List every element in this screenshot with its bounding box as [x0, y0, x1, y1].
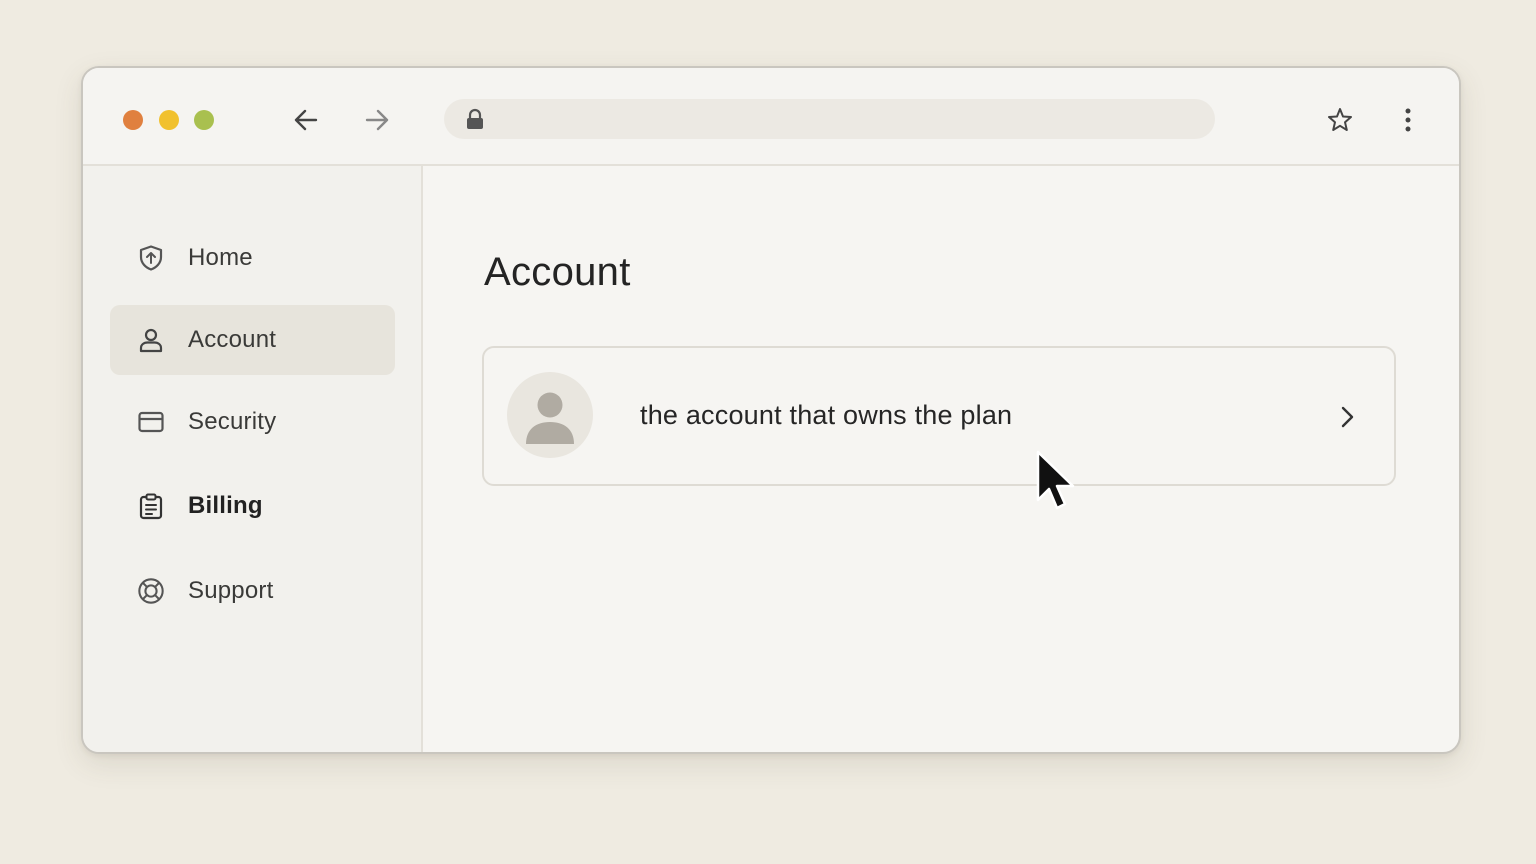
- sidebar-item-label: Support: [188, 577, 274, 604]
- sidebar: Home Account Security Billing Support: [83, 166, 423, 752]
- star-icon: [1328, 108, 1352, 131]
- close-window-button[interactable]: [123, 110, 143, 130]
- user-icon: [137, 326, 165, 354]
- address-bar[interactable]: [444, 99, 1215, 139]
- user-avatar-icon: [526, 392, 574, 444]
- card-icon: [137, 408, 165, 436]
- lifebuoy-icon: [137, 577, 165, 605]
- sidebar-item-label: Security: [188, 408, 277, 435]
- sidebar-item-security[interactable]: Security: [110, 387, 395, 457]
- arrow-right-icon: [365, 109, 389, 131]
- chevron-right-icon: [1336, 404, 1358, 435]
- sidebar-item-label: Home: [188, 244, 253, 271]
- clipboard-icon: [137, 492, 165, 520]
- sidebar-item-support[interactable]: Support: [110, 556, 395, 626]
- sidebar-item-account[interactable]: Account: [110, 305, 395, 375]
- shield-icon: [137, 244, 165, 272]
- title-bar: [83, 68, 1459, 166]
- sidebar-item-label: Billing: [188, 492, 263, 519]
- menu-button[interactable]: [1390, 102, 1426, 138]
- sidebar-item-billing[interactable]: Billing: [110, 471, 395, 541]
- sidebar-item-label: Account: [188, 326, 277, 353]
- card-title: the account that owns the plan: [640, 400, 1013, 430]
- sidebar-item-home[interactable]: Home: [110, 223, 395, 293]
- lock-icon: [464, 108, 486, 135]
- account-owner-card[interactable]: the account that owns the plan: [482, 346, 1396, 486]
- page-title: Account: [484, 250, 631, 294]
- bookmark-button[interactable]: [1322, 102, 1358, 138]
- zoom-window-button[interactable]: [194, 110, 214, 130]
- arrow-left-icon: [294, 109, 318, 131]
- main-content: Account the account that owns the plan: [423, 166, 1459, 752]
- browser-window: Home Account Security Billing Support Ac…: [81, 66, 1461, 754]
- back-button[interactable]: [288, 102, 324, 138]
- more-vertical-icon: [1405, 108, 1411, 132]
- forward-button[interactable]: [359, 102, 395, 138]
- avatar: [507, 372, 593, 458]
- minimize-window-button[interactable]: [159, 110, 179, 130]
